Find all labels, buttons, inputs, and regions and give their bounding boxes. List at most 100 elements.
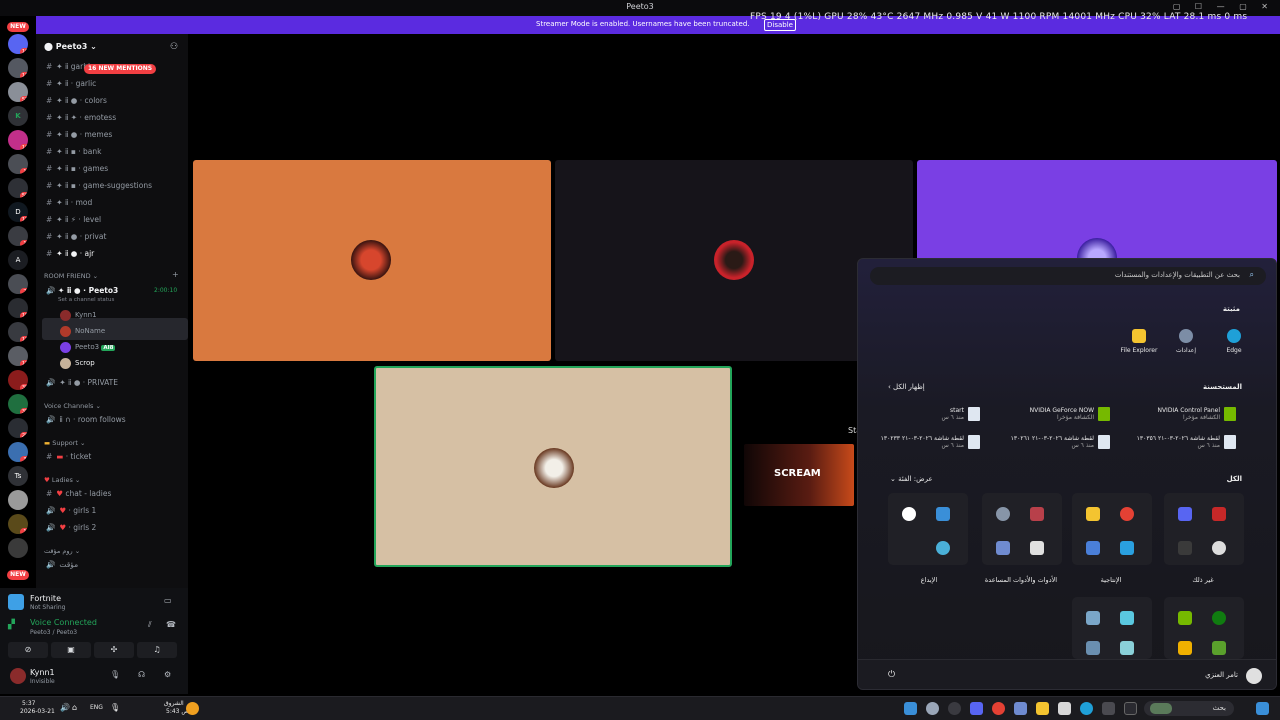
new-pill-bottom[interactable]: NEW (7, 570, 29, 580)
channel-item[interactable]: # ✦ ⅱ ● · privat (46, 230, 186, 244)
discord-icon[interactable] (970, 702, 983, 715)
recommended-item[interactable]: لقطة شاشة ٢٠٢٦-٠٣-٢١ ١٣٠٢٣٣ منذ ٦ س (868, 435, 980, 449)
power-icon[interactable]: ⏻ (888, 670, 895, 680)
category-header[interactable]: Voice Channels ⌄ (44, 402, 101, 410)
language-indicator[interactable]: ENG (90, 704, 103, 712)
voice-channel-item[interactable]: 🔊 مؤقت (46, 558, 186, 572)
settings-icon[interactable] (926, 702, 939, 715)
server-icon[interactable]: 50 (8, 178, 28, 198)
pinned-file-explorer[interactable]: File Explorer (1116, 329, 1162, 354)
voice-user[interactable]: Peeto3 AI8 (60, 340, 116, 354)
start-button[interactable] (1256, 702, 1269, 715)
edge-icon[interactable] (1080, 702, 1093, 715)
start-user-name[interactable]: تامر العنزي (1205, 671, 1238, 679)
start-search-input[interactable]: بحث عن التطبيقات والإعدادات والمستندات (870, 267, 1266, 285)
widgets-icon[interactable] (904, 702, 917, 715)
soundboard-button[interactable]: ♫ (137, 642, 177, 658)
weather-place[interactable]: الشروق (164, 700, 184, 708)
pinned-settings[interactable]: إعدادات (1166, 329, 1206, 354)
server-icon[interactable]: 1 (8, 226, 28, 246)
server-icon[interactable]: 17 (8, 346, 28, 366)
channel-item[interactable]: # ✦ ⅱ ▪ · game-suggestions (46, 179, 186, 193)
server-icon[interactable] (8, 490, 28, 510)
network-icon[interactable]: ⌂ (72, 704, 77, 712)
recommended-item[interactable]: NVIDIA GeForce NOW الكشافة مؤخرا (998, 407, 1110, 421)
category-header[interactable]: روم مؤقت ⌄ (44, 547, 80, 555)
server-icon[interactable]: 16 (8, 130, 28, 150)
category-folder[interactable] (1164, 597, 1244, 659)
server-icon[interactable]: 1 (8, 154, 28, 174)
recommended-item[interactable]: لقطة شاشة ٢٠٢٦-٠٣-٢١ ١٣٠٢٦١ منذ ٦ س (998, 435, 1110, 449)
channel-item[interactable]: # ✦ ⅱ ● · ajr (46, 247, 186, 261)
server-icon[interactable]: 13 (8, 322, 28, 342)
recommended-item[interactable]: NVIDIA Control Panel الكشافة مؤخرا (1124, 407, 1236, 421)
chrome-icon[interactable] (992, 702, 1005, 715)
category-header[interactable]: ▬ Support ⌄ (44, 439, 85, 447)
channel-item[interactable]: # ✦ ⅱ ✦ · emotess (46, 111, 186, 125)
view-mode-dropdown[interactable]: ⌄ عرض: الفئة (890, 475, 933, 483)
category-folder[interactable] (1072, 597, 1152, 659)
recommended-item[interactable]: start منذ ٦ س (868, 407, 980, 421)
server-icon[interactable] (8, 538, 28, 558)
app-icon[interactable] (1014, 702, 1027, 715)
screen-share-icon[interactable]: ▭ (164, 596, 172, 605)
taskbar-search[interactable]: بحث (1144, 701, 1234, 716)
category-header[interactable]: ♥ Ladies ⌄ (44, 476, 80, 484)
new-mentions-pill[interactable]: 16 NEW MENTIONS (84, 64, 157, 74)
server-icon[interactable]: K (8, 106, 28, 126)
clock-app-icon[interactable] (948, 702, 961, 715)
recommended-item[interactable]: لقطة شاشة ٢٠٢٦-٠٣-٢١ ١٣٠٣٥٦ منذ ٦ س (1124, 435, 1236, 449)
microphone-icon[interactable]: 🎙 (110, 670, 120, 679)
stream-thumbnail[interactable]: SCREAM (744, 444, 854, 506)
voice-user[interactable]: NoName (60, 324, 105, 338)
voice-channel-item[interactable]: 🔊 ⅱ ∩ · room follows (46, 413, 186, 427)
channel-item[interactable]: # ✦ ⅱ ⚡ · level (46, 213, 186, 227)
server-name[interactable]: ⬤ Peeto3 ⌄ (44, 42, 97, 51)
video-tile-speaking[interactable] (374, 366, 732, 567)
task-view-icon[interactable] (1124, 702, 1137, 715)
server-icon[interactable]: 18 (8, 298, 28, 318)
category-folder[interactable] (888, 493, 968, 565)
server-icon[interactable]: Ts (8, 466, 28, 486)
channel-item[interactable]: 🔊 ♥ · girls 2 (46, 521, 186, 535)
channel-item[interactable]: # ✦ ⅱ ● · memes (46, 128, 186, 142)
voice-status-title[interactable]: Voice Connected (30, 618, 97, 627)
store-icon[interactable] (1058, 702, 1071, 715)
noise-suppression-icon[interactable]: ⫽ (148, 620, 152, 630)
server-icon[interactable]: 39 (8, 370, 28, 390)
headphones-icon[interactable]: ☊ (138, 670, 145, 679)
server-icon[interactable]: A (8, 250, 28, 270)
category-folder[interactable] (1164, 493, 1244, 565)
avatar[interactable] (1246, 668, 1262, 684)
server-icon[interactable]: 52 (8, 82, 28, 102)
server-icon[interactable]: 2 (8, 274, 28, 294)
server-icon[interactable]: 1 (8, 514, 28, 534)
activities-button[interactable]: ✣ (94, 642, 134, 658)
add-friend-icon[interactable]: ⚇ (170, 42, 178, 52)
camera-button[interactable]: ⊘ (8, 642, 48, 658)
volume-icon[interactable]: 🔊 (60, 704, 70, 712)
channel-item[interactable]: # ✦ ⅱ ▪ · games (46, 162, 186, 176)
clock-time[interactable]: 5:37 (22, 700, 35, 708)
show-all-button[interactable]: ‹ إظهار الكل (888, 383, 925, 391)
voice-channel-private[interactable]: 🔊 ✦ ⅱ ● · PRIVATE (46, 376, 186, 390)
pinned-edge[interactable]: Edge (1214, 329, 1254, 354)
gear-icon[interactable]: ⚙ (164, 670, 171, 679)
channel-item[interactable]: # ✦ ⅱ · mod (46, 196, 186, 210)
server-icon[interactable]: 16 (8, 34, 28, 54)
category-folder[interactable] (1072, 493, 1152, 565)
weather-icon[interactable] (186, 702, 199, 715)
server-icon[interactable]: 35 (8, 394, 28, 414)
server-icon[interactable]: 11 (8, 58, 28, 78)
server-icon[interactable]: 3 (8, 442, 28, 462)
server-icon[interactable]: D 17 (8, 202, 28, 222)
signal-icon[interactable]: ▞ (8, 620, 15, 630)
file-explorer-icon[interactable] (1036, 702, 1049, 715)
channel-status-hint[interactable]: Set a channel status (58, 297, 114, 303)
channel-item[interactable]: # ♥ chat - ladies (46, 487, 186, 501)
channel-item[interactable]: # ✦ ⅱ · garlic (46, 77, 186, 91)
channel-item[interactable]: 🔊 ♥ · girls 1 (46, 504, 186, 518)
video-tile[interactable] (193, 160, 551, 361)
current-user[interactable]: Kynn1 Invisible 🎙 ☊ ⚙ (8, 666, 180, 688)
microphone-icon[interactable]: 🎙 (110, 704, 120, 712)
